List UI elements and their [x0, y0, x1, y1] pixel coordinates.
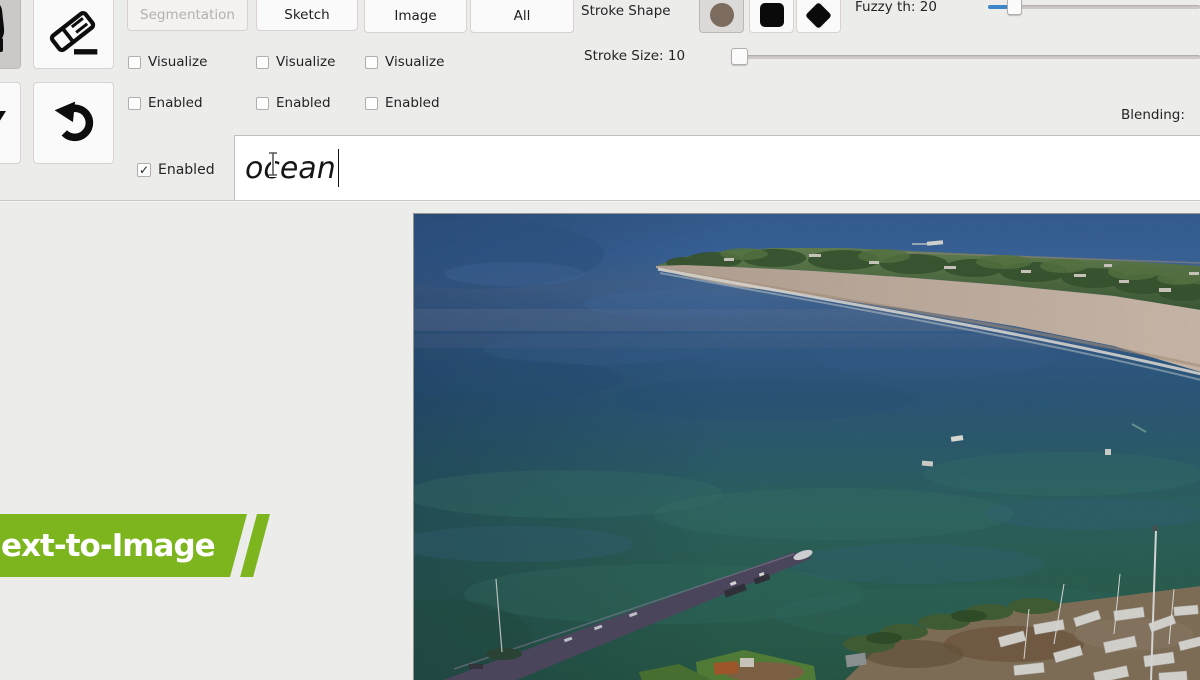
circle-shape-icon [710, 3, 734, 27]
stroke-shape-circle-button[interactable] [699, 0, 744, 33]
fuzzy-slider-thumb[interactable] [1007, 0, 1022, 15]
blending-label: Blending: [1121, 107, 1185, 123]
checkbox-label: Visualize [385, 54, 444, 70]
prompt-input[interactable]: ocean [234, 135, 1200, 201]
stroke-shape-diamond-button[interactable] [796, 0, 841, 33]
prompt-enabled-checkbox[interactable]: ✓ Enabled [137, 162, 215, 178]
redo-icon [0, 93, 20, 153]
coastline-photo-canvas[interactable] [413, 213, 1200, 680]
eraser-tool-button[interactable] [33, 0, 114, 69]
mode-button-all[interactable]: All [470, 0, 574, 33]
undo-icon [46, 93, 102, 153]
checkbox-label: Visualize [148, 54, 207, 70]
mode-button-label: Image [394, 8, 436, 24]
mode-button-label: Sketch [284, 7, 329, 23]
prompt-text: ocean [245, 151, 336, 186]
mode-button-label: All [514, 8, 531, 24]
checkbox[interactable] [128, 56, 141, 69]
segmentation-enabled-checkbox[interactable]: Enabled [128, 95, 203, 111]
checkbox-label: Visualize [276, 54, 335, 70]
image-visualize-checkbox[interactable]: Visualize [365, 54, 444, 70]
app-window: Segmentation Sketch Image All Visualize … [0, 0, 1200, 680]
square-shape-icon [760, 3, 784, 27]
image-enabled-checkbox[interactable]: Enabled [365, 95, 440, 111]
checkbox[interactable] [365, 56, 378, 69]
banner-stripe [240, 514, 270, 577]
mode-button-sketch[interactable]: Sketch [256, 0, 358, 31]
segmentation-visualize-checkbox[interactable]: Visualize [128, 54, 207, 70]
fuzzy-threshold-label: Fuzzy th: 20 [855, 0, 937, 15]
stroke-shape-square-button[interactable] [749, 0, 794, 33]
stroke-size-slider[interactable] [740, 55, 1200, 59]
text-caret [338, 149, 340, 187]
checkbox-label: Enabled [276, 95, 331, 111]
section-divider [0, 200, 1200, 201]
coastline-photo [414, 214, 1200, 680]
ibeam-cursor-icon [266, 151, 280, 181]
banner-label: ext-to-Image [1, 528, 215, 564]
checkbox-label: Enabled [148, 95, 203, 111]
mode-button-segmentation[interactable]: Segmentation [127, 0, 248, 31]
checkbox[interactable] [256, 97, 269, 110]
checkbox-label: Enabled [385, 95, 440, 111]
checkbox[interactable] [365, 97, 378, 110]
sketch-visualize-checkbox[interactable]: Visualize [256, 54, 335, 70]
text-to-image-banner: ext-to-Image [0, 514, 247, 577]
stroke-size-slider-thumb[interactable] [731, 48, 748, 65]
brush-tool-button[interactable] [0, 0, 21, 69]
mode-button-image[interactable]: Image [364, 0, 467, 33]
checkbox-label: Enabled [158, 162, 215, 178]
sketch-enabled-checkbox[interactable]: Enabled [256, 95, 331, 111]
diamond-shape-icon [805, 2, 832, 29]
redo-tool-button[interactable] [0, 82, 21, 164]
stroke-shape-label: Stroke Shape [581, 3, 671, 19]
checkbox[interactable] [256, 56, 269, 69]
mode-button-label: Segmentation [140, 7, 235, 23]
stroke-size-label: Stroke Size: 10 [584, 48, 685, 64]
checkbox[interactable] [128, 97, 141, 110]
eraser-icon [46, 4, 102, 64]
checkmark-icon: ✓ [139, 164, 149, 176]
checkbox[interactable]: ✓ [137, 163, 151, 177]
undo-tool-button[interactable] [33, 82, 114, 164]
brush-icon [0, 0, 20, 58]
